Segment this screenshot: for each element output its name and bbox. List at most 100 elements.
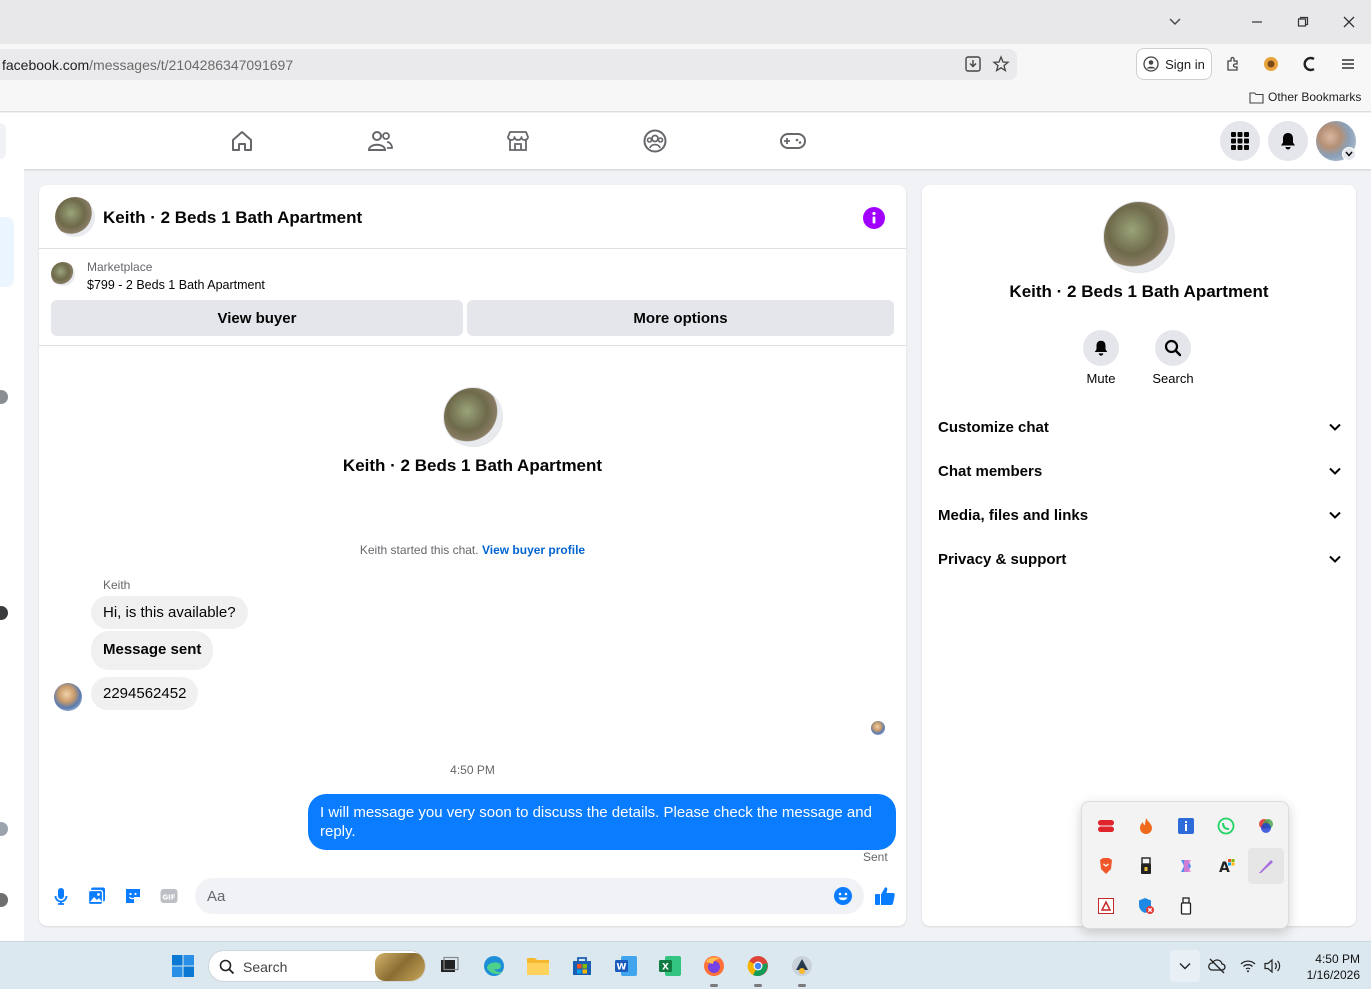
chevron-down-icon[interactable] — [1342, 147, 1356, 161]
message-input[interactable]: Aa — [195, 878, 864, 914]
restore-button[interactable] — [1288, 8, 1318, 36]
pinned-app-icon[interactable] — [786, 950, 818, 982]
task-view-icon[interactable] — [433, 950, 465, 982]
extensions-puzzle-icon[interactable] — [1220, 51, 1246, 77]
message-bubble[interactable]: 2294562452 — [91, 677, 199, 710]
outgoing-message-bubble[interactable]: I will message you very soon to discuss … — [308, 794, 896, 850]
copilot-icon[interactable] — [1174, 854, 1198, 878]
info-icon[interactable] — [863, 207, 885, 229]
home-icon[interactable] — [226, 125, 258, 157]
conversation-title[interactable]: Keith · 2 Beds 1 Bath Apartment — [103, 208, 362, 228]
search-field-edge[interactable] — [0, 123, 6, 159]
brave-icon[interactable] — [1094, 854, 1118, 878]
thumbs-up-icon[interactable] — [873, 884, 897, 908]
chat-list-avatar[interactable] — [0, 390, 8, 404]
menu-grid-button[interactable] — [1220, 121, 1260, 161]
store-icon[interactable] — [566, 950, 598, 982]
extension-fox-icon[interactable] — [1258, 51, 1284, 77]
sender-avatar[interactable] — [54, 683, 82, 711]
address-bar[interactable]: facebook.com/messages/t/2104286347091697 — [0, 49, 1017, 80]
install-app-icon[interactable] — [960, 51, 986, 77]
friends-icon[interactable] — [364, 125, 396, 157]
chat-started-note: Keith started this chat. View buyer prof… — [39, 543, 906, 557]
svg-text:A: A — [1219, 860, 1230, 875]
color-wheel-icon[interactable] — [1254, 814, 1278, 838]
message-bubble[interactable]: Message sent — [91, 631, 214, 670]
excel-icon[interactable]: X — [654, 950, 686, 982]
section-media-files-links[interactable]: Media, files and links — [938, 503, 1342, 527]
conversation-panel: Keith · 2 Beds 1 Bath Apartment Marketpl… — [39, 185, 906, 926]
clock[interactable]: 4:50 PM 1/16/2026 — [1288, 951, 1360, 983]
bookmark-star-icon[interactable] — [988, 51, 1014, 77]
volume-icon[interactable] — [1264, 958, 1282, 974]
section-customize-chat[interactable]: Customize chat — [938, 415, 1342, 439]
security-shield-icon[interactable] — [1134, 894, 1158, 918]
other-bookmarks[interactable]: Other Bookmarks — [1249, 90, 1361, 104]
intro-avatar[interactable] — [443, 387, 503, 447]
section-chat-members[interactable]: Chat members — [938, 459, 1342, 483]
close-button[interactable] — [1334, 8, 1364, 36]
section-label: Chat members — [938, 462, 1043, 480]
show-hidden-icons-button[interactable] — [1170, 950, 1200, 982]
search-label: Search — [1152, 371, 1194, 386]
search-icon — [219, 959, 235, 975]
browser-menu-icon[interactable] — [1335, 51, 1361, 77]
search-conversation-button[interactable] — [1155, 330, 1191, 366]
browser-titlebar — [0, 0, 1371, 44]
word-icon[interactable]: W — [610, 950, 642, 982]
onedrive-offline-icon[interactable] — [1208, 958, 1226, 974]
edge-icon[interactable] — [478, 950, 510, 982]
info-avatar[interactable] — [1103, 201, 1175, 273]
search-highlight-image — [375, 953, 425, 981]
extension-c-icon[interactable] — [1297, 51, 1323, 77]
tab-list-icon[interactable] — [1160, 8, 1190, 36]
view-buyer-profile-link[interactable]: View buyer profile — [482, 543, 585, 557]
fire-icon[interactable] — [1134, 814, 1158, 838]
info-app-icon[interactable] — [1174, 814, 1198, 838]
windows-taskbar: Search W X 4:50 PM 1/16/2026 — [0, 941, 1371, 989]
folder-icon — [1249, 91, 1264, 104]
sticker-icon[interactable] — [123, 886, 143, 906]
chat-list-avatar[interactable] — [0, 606, 8, 620]
gaming-icon[interactable] — [777, 125, 809, 157]
usb-icon[interactable] — [1134, 854, 1158, 878]
emoji-icon[interactable] — [833, 886, 853, 906]
read-receipt-avatar — [871, 721, 885, 735]
whatsapp-icon[interactable] — [1214, 814, 1238, 838]
marketplace-icon[interactable] — [502, 125, 534, 157]
font-app-icon[interactable]: A — [1214, 854, 1238, 878]
section-privacy-support[interactable]: Privacy & support — [938, 547, 1342, 571]
chrome-icon[interactable] — [742, 950, 774, 982]
groups-icon[interactable] — [639, 125, 671, 157]
gif-icon[interactable]: GIF — [159, 886, 179, 906]
usb-drive-icon[interactable] — [1174, 894, 1198, 918]
file-explorer-icon[interactable] — [522, 950, 554, 982]
view-buyer-button[interactable]: View buyer — [51, 300, 463, 336]
pen-icon — [1259, 860, 1273, 873]
photo-icon[interactable] — [87, 886, 107, 906]
pdf-icon[interactable] — [1094, 894, 1118, 918]
tray-app-icon[interactable] — [1094, 814, 1118, 838]
chat-list-avatar[interactable] — [0, 822, 8, 836]
svg-text:X: X — [662, 963, 669, 973]
microphone-icon[interactable] — [51, 886, 71, 906]
more-options-button[interactable]: More options — [467, 300, 894, 336]
listing-thumbnail[interactable] — [51, 262, 75, 286]
notifications-button[interactable] — [1268, 121, 1308, 161]
listing-title[interactable]: $799 - 2 Beds 1 Bath Apartment — [87, 278, 265, 292]
windows-start-icon[interactable] — [167, 950, 199, 982]
taskbar-search-box[interactable]: Search — [208, 950, 426, 982]
sign-in-button[interactable]: Sign in — [1136, 48, 1212, 80]
mute-button[interactable] — [1083, 330, 1119, 366]
firefox-icon[interactable] — [698, 950, 730, 982]
section-label: Media, files and links — [938, 506, 1089, 524]
message-input-placeholder: Aa — [207, 888, 226, 905]
chat-list-avatar[interactable] — [0, 893, 8, 907]
tray-selected-slot[interactable] — [1248, 848, 1284, 884]
active-chat-highlight[interactable] — [0, 217, 14, 287]
contact-avatar[interactable] — [55, 197, 95, 237]
message-bubble[interactable]: Hi, is this available? — [91, 596, 248, 629]
bookmarks-bar — [0, 84, 1371, 112]
minimize-button[interactable] — [1242, 8, 1272, 36]
wifi-icon[interactable] — [1240, 959, 1256, 973]
